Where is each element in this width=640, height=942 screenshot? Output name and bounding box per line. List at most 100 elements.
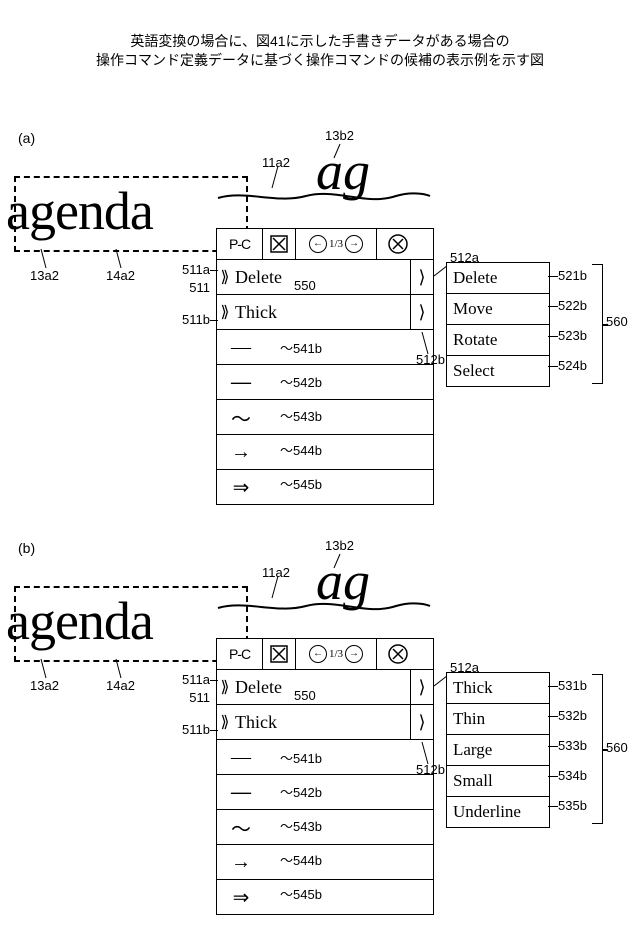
command-row-delete[interactable]: ⟫ Delete ⟩ bbox=[217, 260, 433, 295]
submenu-item[interactable]: Thin bbox=[447, 704, 549, 735]
ref-550: 550 bbox=[294, 278, 316, 293]
ref-541b-b: 〜541b bbox=[280, 748, 322, 767]
submenu-item[interactable]: Delete bbox=[447, 263, 549, 294]
expand-chevron-icon[interactable]: ⟩ bbox=[410, 670, 433, 704]
line-icon: — bbox=[217, 746, 265, 769]
candidate-row-5[interactable]: ⇒ bbox=[217, 470, 433, 504]
candidate-row-2[interactable]: — bbox=[217, 775, 433, 810]
candidate-list-b: P-C ← 1/3 → ⟫ Delete ⟩ bbox=[216, 638, 434, 915]
ref-511b: 511b bbox=[166, 312, 210, 327]
brace-560-b bbox=[592, 674, 603, 824]
header-close-icon[interactable] bbox=[377, 229, 419, 259]
lead-512b-b bbox=[420, 740, 436, 766]
arrow-icon: → bbox=[217, 851, 265, 874]
ref-560: 560 bbox=[606, 314, 628, 329]
submenu-item[interactable]: Rotate bbox=[447, 325, 549, 356]
pager-prev-icon[interactable]: ← bbox=[309, 235, 327, 253]
ref-14a2: 14a2 bbox=[106, 268, 135, 283]
ref-544b-b: 〜544b bbox=[280, 850, 322, 869]
double-arrow-icon: ⇒ bbox=[217, 475, 265, 500]
pager-next-icon[interactable]: → bbox=[345, 645, 363, 663]
submenu-item[interactable]: Small bbox=[447, 766, 549, 797]
lead-13a2 bbox=[40, 248, 52, 270]
ref-543b-b: 〜543b bbox=[280, 816, 322, 835]
command-row-thick[interactable]: ⟫ Thick ⟩ bbox=[217, 705, 433, 740]
candidate-row-3[interactable]: 〜 bbox=[217, 400, 433, 435]
candidate-list: P-C ← 1/3 → ⟫ Delete ⟩ bbox=[216, 228, 434, 505]
ref-545b-b: 〜545b bbox=[280, 884, 322, 903]
lead-14a2-b bbox=[115, 658, 127, 680]
figure-caption: 英語変換の場合に、図41に示した手書きデータがある場合の 操作コマンド定義データ… bbox=[0, 32, 640, 70]
line-icon: — bbox=[217, 336, 265, 359]
submenu-item[interactable]: Thick bbox=[447, 673, 549, 704]
agenda-text: agenda bbox=[6, 184, 153, 238]
chevrons-left-icon: ⟫ bbox=[217, 712, 233, 732]
ref-524b: 524b bbox=[558, 358, 587, 373]
submenu-item[interactable]: Select bbox=[447, 356, 549, 386]
ref-523b: 523b bbox=[558, 328, 587, 343]
command-row-delete[interactable]: ⟫ Delete ⟩ bbox=[217, 670, 433, 705]
ref-14a2-b: 14a2 bbox=[106, 678, 135, 693]
header-close-icon[interactable] bbox=[377, 639, 419, 669]
lead-512b bbox=[420, 330, 436, 356]
panel-label-b: (b) bbox=[18, 540, 35, 556]
tilde-icon: 〜 bbox=[217, 813, 265, 842]
expand-chevron-icon[interactable]: ⟩ bbox=[410, 705, 433, 739]
candidate-row-5[interactable]: ⇒ bbox=[217, 880, 433, 914]
pager-next-icon[interactable]: → bbox=[345, 235, 363, 253]
header-pager[interactable]: ← 1/3 → bbox=[296, 639, 377, 669]
chevrons-left-icon: ⟫ bbox=[217, 677, 233, 697]
ref-550-b: 550 bbox=[294, 688, 316, 703]
lead-13b2-b bbox=[332, 552, 352, 570]
expand-chevron-icon[interactable]: ⟩ bbox=[410, 260, 433, 294]
command-label: Delete bbox=[233, 677, 410, 698]
ref-522b: 522b bbox=[558, 298, 587, 313]
command-row-thick[interactable]: ⟫ Thick ⟩ bbox=[217, 295, 433, 330]
candidate-row-1[interactable]: — bbox=[217, 740, 433, 775]
command-label: Thick bbox=[233, 712, 410, 733]
header-clear-icon[interactable] bbox=[263, 229, 296, 259]
ref-541b: 〜541b bbox=[280, 338, 322, 357]
ref-13a2-b: 13a2 bbox=[30, 678, 59, 693]
ref-545b: 〜545b bbox=[280, 474, 322, 493]
header-clear-icon[interactable] bbox=[263, 639, 296, 669]
caption-line-1: 英語変換の場合に、図41に示した手書きデータがある場合の bbox=[130, 33, 509, 49]
ref-511a-b: 511a bbox=[166, 672, 210, 687]
pager-prev-icon[interactable]: ← bbox=[309, 645, 327, 663]
submenu-item[interactable]: Large bbox=[447, 735, 549, 766]
candidate-row-1[interactable]: — bbox=[217, 330, 433, 365]
ref-532b: 532b bbox=[558, 708, 587, 723]
ref-511a: 511a bbox=[166, 262, 210, 277]
panel-b: (b) 13b2 11a2 ag agenda 13a2 14a2 P-C ← bbox=[0, 530, 640, 920]
ref-542b: 〜542b bbox=[280, 372, 322, 391]
submenu-item[interactable]: Underline bbox=[447, 797, 549, 827]
chevrons-left-icon: ⟫ bbox=[217, 302, 233, 322]
candidate-row-4[interactable]: → bbox=[217, 435, 433, 470]
ref-560-b: 560 bbox=[606, 740, 628, 755]
ref-13a2: 13a2 bbox=[30, 268, 59, 283]
header-pager[interactable]: ← 1/3 → bbox=[296, 229, 377, 259]
lead-11a2 bbox=[270, 164, 310, 192]
submenu-item[interactable]: Move bbox=[447, 294, 549, 325]
brace-560 bbox=[592, 264, 603, 384]
command-label: Thick bbox=[233, 302, 410, 323]
header-pc[interactable]: P-C bbox=[217, 229, 263, 259]
expand-chevron-icon[interactable]: ⟩ bbox=[410, 295, 433, 329]
ref-534b: 534b bbox=[558, 768, 587, 783]
header-pc[interactable]: P-C bbox=[217, 639, 263, 669]
panel-label-a: (a) bbox=[18, 130, 35, 146]
candidate-row-4[interactable]: → bbox=[217, 845, 433, 880]
agenda-text-b: agenda bbox=[6, 594, 153, 648]
ref-511: 511 bbox=[166, 280, 210, 295]
ref-531b: 531b bbox=[558, 678, 587, 693]
ref-544b: 〜544b bbox=[280, 440, 322, 459]
lead-14a2 bbox=[115, 248, 127, 270]
ref-511-b: 511 bbox=[166, 690, 210, 705]
candidate-row-2[interactable]: — bbox=[217, 365, 433, 400]
lead-11a2-b bbox=[270, 574, 310, 602]
ref-535b: 535b bbox=[558, 798, 587, 813]
candidate-row-3[interactable]: 〜 bbox=[217, 810, 433, 845]
arrow-icon: → bbox=[217, 441, 265, 464]
stroke-underline bbox=[216, 184, 432, 208]
tilde-icon: 〜 bbox=[217, 403, 265, 432]
